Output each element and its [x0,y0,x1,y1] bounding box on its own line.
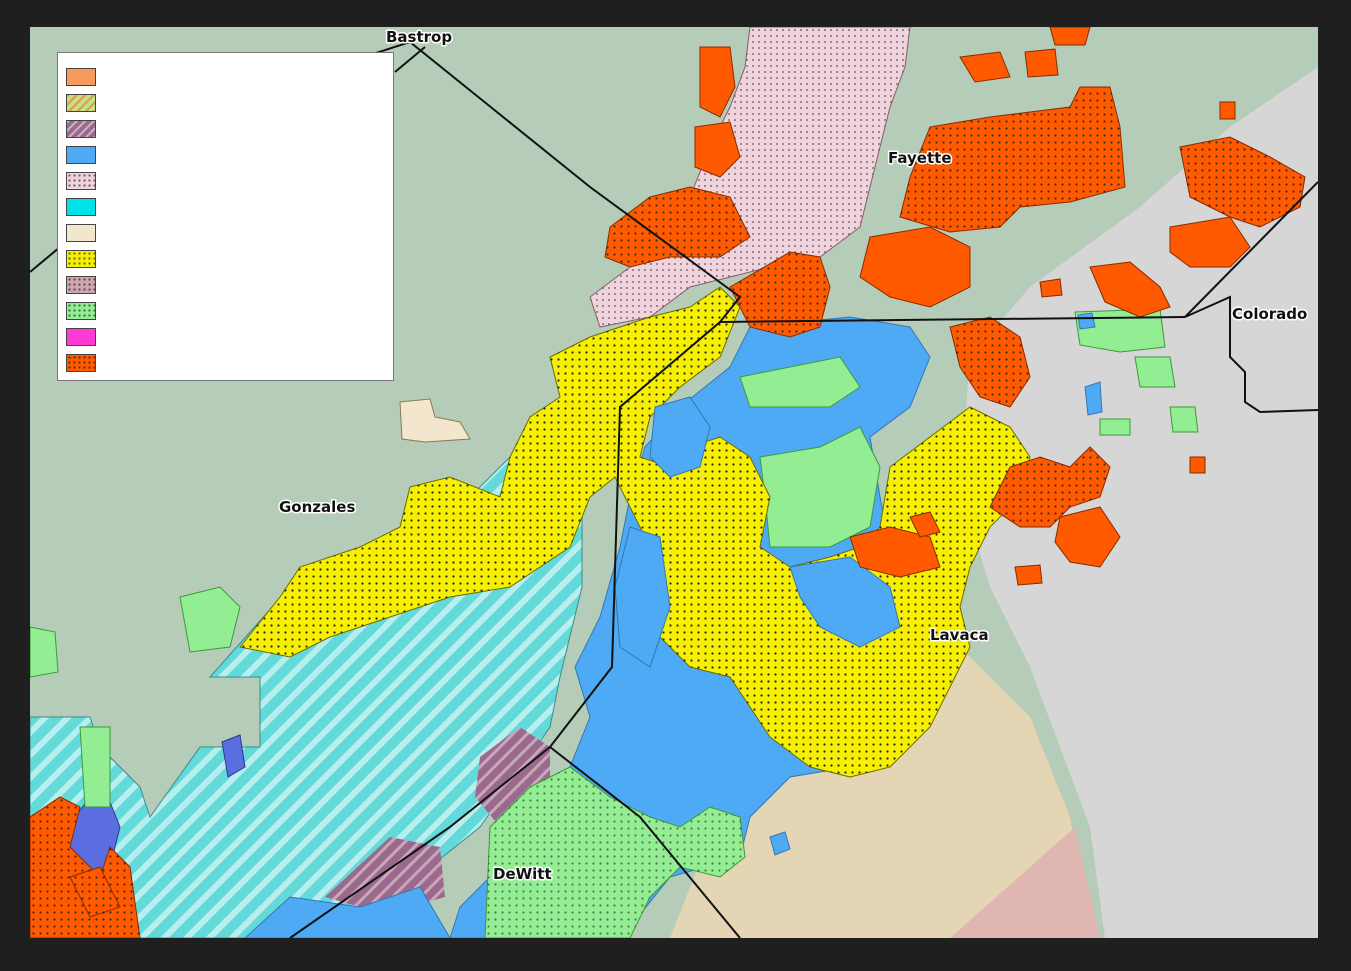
county-label-bastrop: Bastrop [386,28,452,46]
legend-item [66,249,96,269]
blue-island-2 [1077,312,1096,330]
green-region-west-3 [79,726,111,808]
legend-swatch [66,354,96,372]
green-region-east-4 [1099,418,1131,436]
legend-item [66,301,96,321]
legend-swatch [66,276,96,294]
legend-swatch [66,250,96,268]
legend-item [66,67,96,87]
county-label-colorado: Colorado [1232,305,1307,323]
county-label-gonzales: Gonzales [279,498,355,516]
legend-item [66,275,96,295]
map-frame: Bastrop Fayette Colorado Gonzales Lavaca… [30,27,1318,938]
map-legend [57,52,394,381]
legend-swatch [66,224,96,242]
green-region-west-2 [30,626,59,678]
legend-item [66,197,96,217]
legend-item [66,171,96,191]
legend-item [66,93,96,113]
legend-item [66,353,96,373]
legend-item [66,119,96,139]
legend-swatch [66,94,96,112]
legend-swatch [66,198,96,216]
county-label-lavaca: Lavaca [930,626,989,644]
legend-swatch [66,328,96,346]
legend-item [66,145,96,165]
county-label-fayette: Fayette [888,149,952,167]
legend-swatch [66,146,96,164]
legend-swatch [66,172,96,190]
legend-swatch [66,120,96,138]
legend-swatch [66,302,96,320]
green-region-east-3 [1169,406,1199,433]
legend-item [66,223,96,243]
legend-swatch [66,68,96,86]
legend-item [66,327,96,347]
county-label-dewitt: DeWitt [493,865,552,883]
green-region-east-2 [1134,356,1176,388]
blue-region-lake [1084,381,1103,416]
